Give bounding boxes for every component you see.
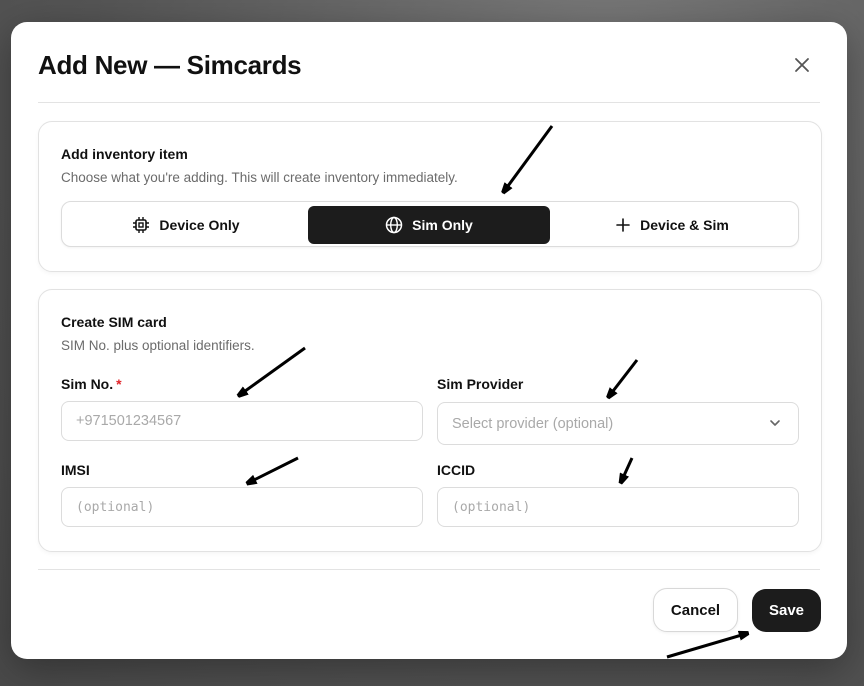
sim-no-input[interactable]: +971501234567: [61, 401, 423, 441]
option-device-and-sim-label: Device & Sim: [640, 217, 729, 233]
imsi-placeholder: (optional): [76, 499, 155, 515]
sim-no-label-text: Sim No.: [61, 376, 114, 392]
cancel-button[interactable]: Cancel: [653, 588, 738, 632]
imsi-input[interactable]: (optional): [61, 487, 423, 527]
iccid-placeholder: (optional): [452, 499, 531, 515]
plus-icon: [616, 218, 630, 232]
imsi-label: IMSI: [61, 462, 90, 478]
chip-icon: [133, 217, 150, 233]
option-device-only[interactable]: Device Only: [66, 206, 306, 244]
inventory-type-selector: Device Only Sim Only Device & Sim: [61, 201, 799, 247]
dialog-title: Add New — Simcards: [38, 50, 302, 80]
globe-icon: [385, 216, 403, 234]
inventory-card-subtitle: Choose what you're adding. This will cre…: [61, 170, 458, 185]
option-sim-only[interactable]: Sim Only: [308, 206, 550, 244]
close-button[interactable]: [787, 50, 817, 80]
iccid-input[interactable]: (optional): [437, 487, 799, 527]
iccid-label: ICCID: [437, 462, 476, 478]
sim-provider-label: Sim Provider: [437, 376, 524, 392]
sim-provider-select[interactable]: Select provider (optional): [437, 402, 799, 445]
sim-card-title: Create SIM card: [61, 314, 167, 330]
save-button[interactable]: Save: [752, 589, 821, 632]
create-sim-card: Create SIM card SIM No. plus optional id…: [38, 289, 822, 552]
required-mark: *: [116, 376, 122, 392]
inventory-type-card: Add inventory item Choose what you're ad…: [38, 121, 822, 272]
sim-no-placeholder: +971501234567: [76, 413, 182, 429]
chevron-down-icon: [770, 420, 780, 426]
close-icon: [795, 58, 809, 72]
sim-no-label: Sim No. *: [61, 376, 122, 392]
header-divider: [38, 102, 820, 103]
add-simcard-dialog: Add New — Simcards Add inventory item Ch…: [11, 22, 847, 659]
option-device-and-sim[interactable]: Device & Sim: [552, 206, 792, 244]
sim-card-subtitle: SIM No. plus optional identifiers.: [61, 338, 255, 353]
inventory-card-title: Add inventory item: [61, 146, 188, 162]
footer-divider: [38, 569, 820, 570]
option-sim-only-label: Sim Only: [412, 217, 473, 233]
sim-provider-placeholder: Select provider (optional): [452, 415, 614, 432]
option-device-only-label: Device Only: [159, 217, 240, 233]
